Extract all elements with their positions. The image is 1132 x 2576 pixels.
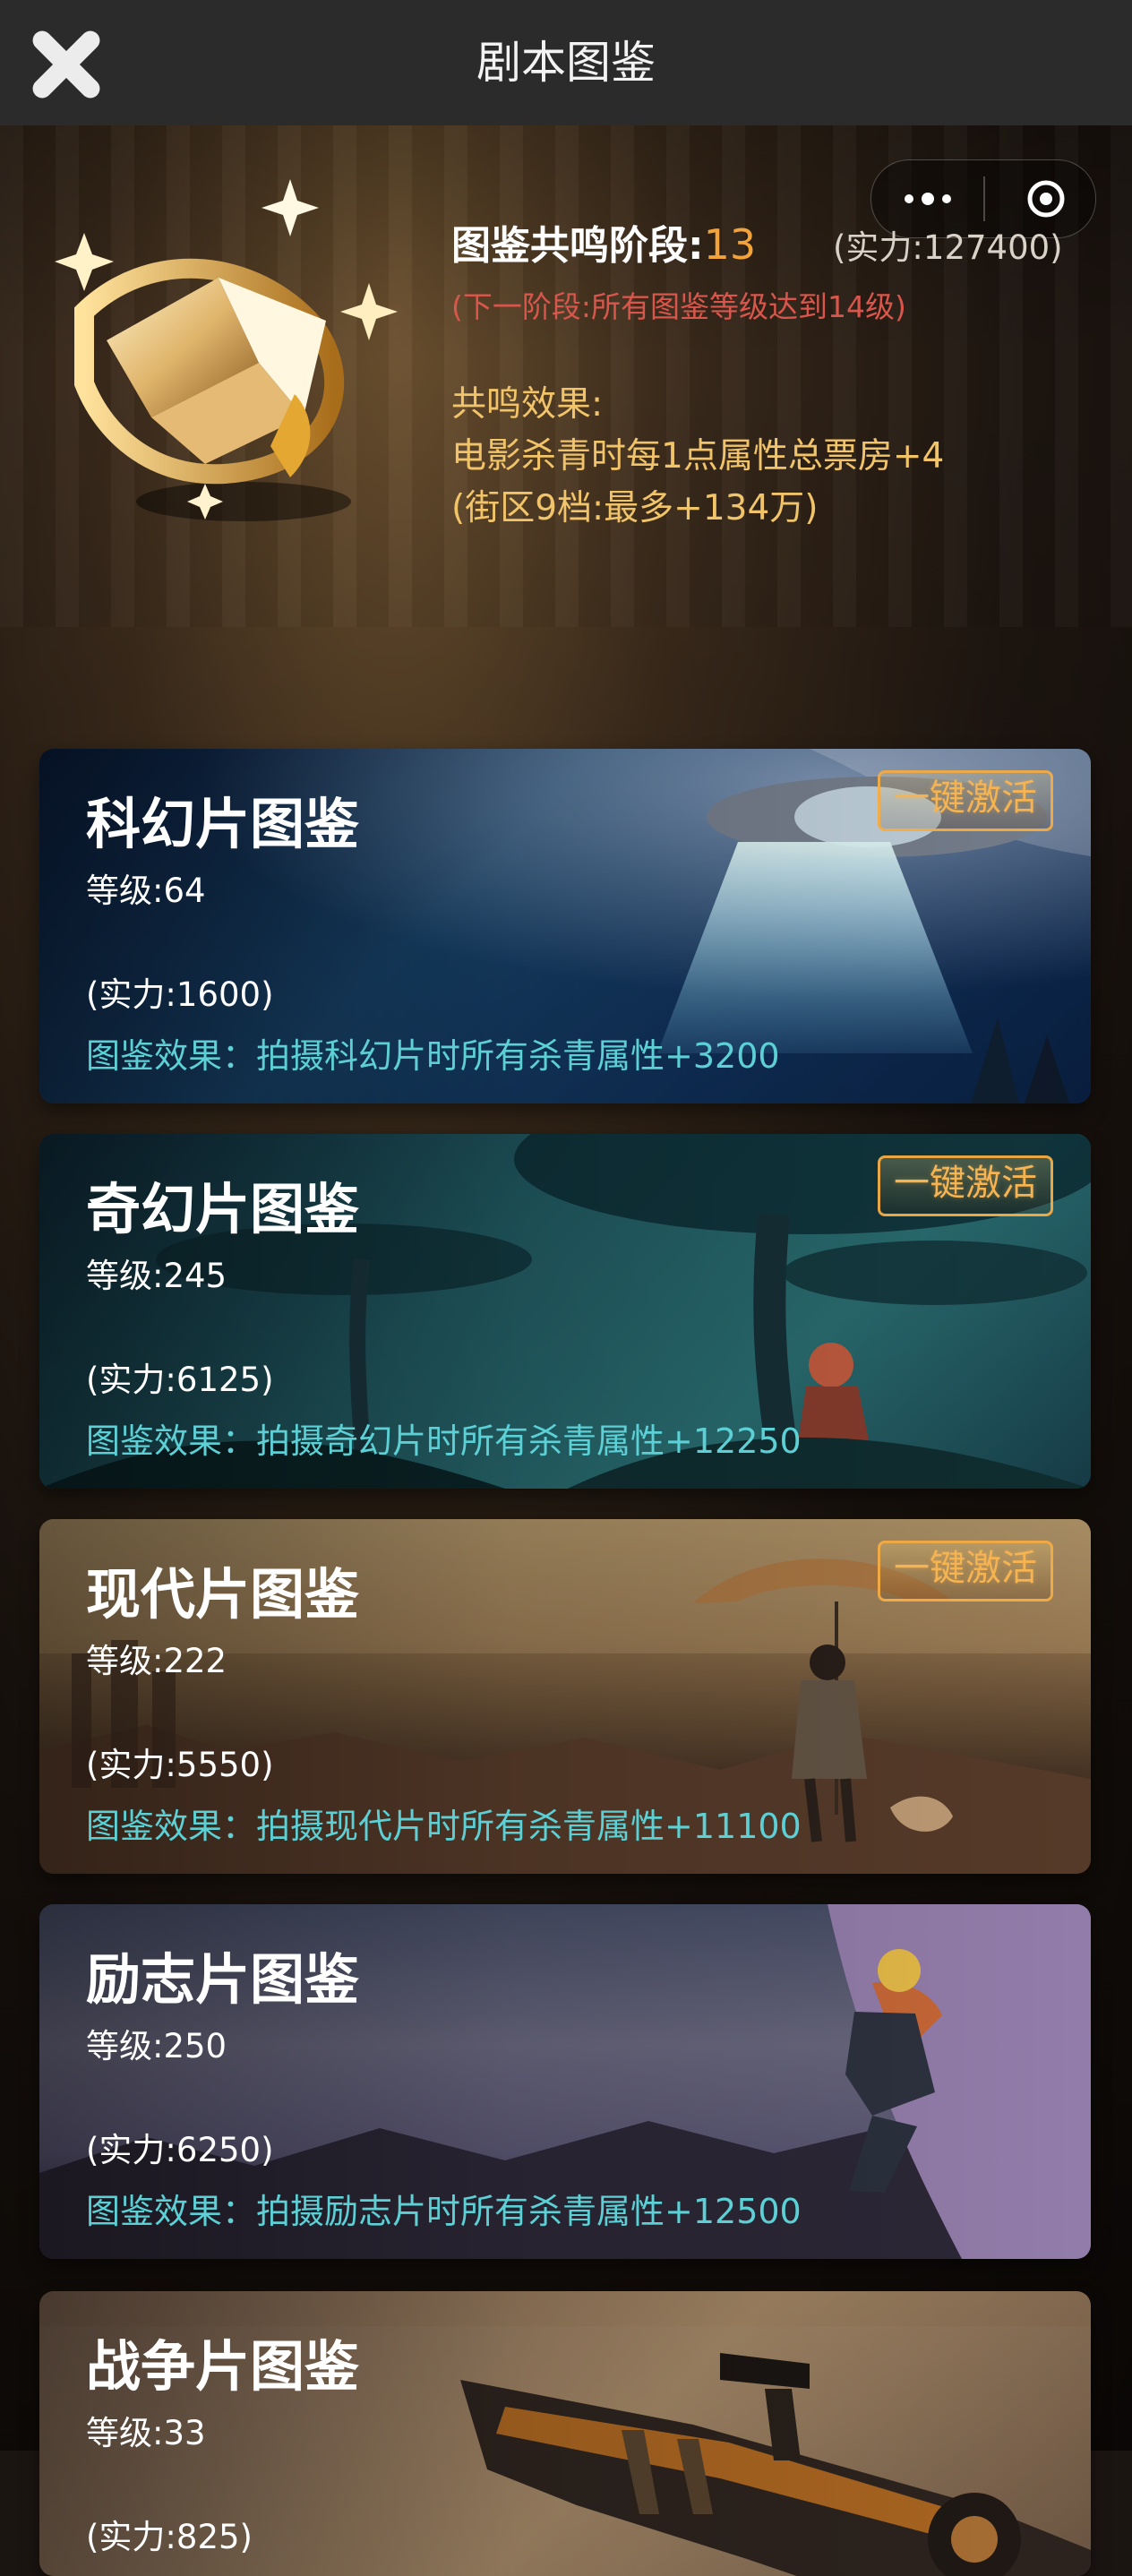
total-power: (实力:127400) — [833, 228, 1063, 267]
activate-button[interactable]: 一键激活 — [878, 770, 1053, 831]
top-bar: 剧本图鉴 — [0, 0, 1132, 126]
card-effect: 图鉴效果：拍摄科幻片时所有杀青属性+3200 — [86, 1036, 780, 1076]
activate-button[interactable]: 一键激活 — [878, 1541, 1053, 1601]
activate-button[interactable]: 一键激活 — [878, 1155, 1053, 1216]
card-title: 现代片图鉴 — [86, 1563, 360, 1627]
card-title: 科幻片图鉴 — [86, 793, 360, 856]
resonance-effect-line-2: (街区9档:最多+134万) — [451, 488, 819, 528]
card-power: (实力:825) — [86, 2518, 253, 2556]
card-title: 战争片图鉴 — [86, 2335, 360, 2399]
card-effect: 图鉴效果：拍摄励志片时所有杀青属性+12500 — [86, 2192, 802, 2231]
card-effect: 图鉴效果：拍摄现代片时所有杀青属性+11100 — [86, 1807, 802, 1846]
card-power: (实力:6250) — [86, 2131, 274, 2169]
card-title: 励志片图鉴 — [86, 1948, 360, 2012]
card-level: 等级:250 — [86, 2027, 227, 2065]
resonance-title: 图鉴共鸣阶段:13 — [451, 213, 756, 270]
resonance-stage: 13 — [703, 220, 757, 269]
resonance-effect-title: 共鸣效果: — [451, 384, 604, 425]
card-title: 奇幻片图鉴 — [86, 1178, 360, 1241]
next-stage-text: (下一阶段:所有图鉴等级达到14级) — [451, 289, 906, 324]
card-power: (实力:1600) — [86, 975, 274, 1014]
card-modern[interactable]: 现代片图鉴 等级:222 (实力:5550) 图鉴效果：拍摄现代片时所有杀青属性… — [39, 1519, 1091, 1874]
card-war[interactable]: 战争片图鉴 等级:33 (实力:825) — [39, 2291, 1091, 2576]
card-scifi[interactable]: 科幻片图鉴 等级:64 (实力:1600) 图鉴效果：拍摄科幻片时所有杀青属性+… — [39, 749, 1091, 1103]
more-icon[interactable] — [900, 178, 956, 219]
card-fantasy[interactable]: 奇幻片图鉴 等级:245 (实力:6125) 图鉴效果：拍摄奇幻片时所有杀青属性… — [39, 1134, 1091, 1489]
card-level: 等级:222 — [86, 1642, 227, 1680]
card-power: (实力:5550) — [86, 1746, 274, 1784]
card-inspire[interactable]: 励志片图鉴 等级:250 (实力:6250) 图鉴效果：拍摄励志片时所有杀青属性… — [39, 1904, 1091, 2259]
card-level: 等级:33 — [86, 2414, 206, 2452]
card-level: 等级:245 — [86, 1257, 227, 1295]
main-stage: 图鉴共鸣阶段:13 (实力:127400) (下一阶段:所有图鉴等级达到14级)… — [0, 125, 1132, 2576]
capsule-divider — [983, 176, 985, 221]
card-effect: 图鉴效果：拍摄奇幻片时所有杀青属性+12250 — [86, 1421, 802, 1461]
resonance-effect-line-1: 电影杀青时每1点属性总票房+4 — [451, 436, 945, 477]
target-icon[interactable] — [1025, 178, 1067, 219]
page-title: 剧本图鉴 — [476, 37, 656, 89]
book-icon — [55, 179, 398, 521]
card-level: 等级:64 — [86, 872, 206, 910]
card-power: (实力:6125) — [86, 1361, 274, 1399]
resonance-label: 图鉴共鸣阶段: — [451, 223, 704, 269]
